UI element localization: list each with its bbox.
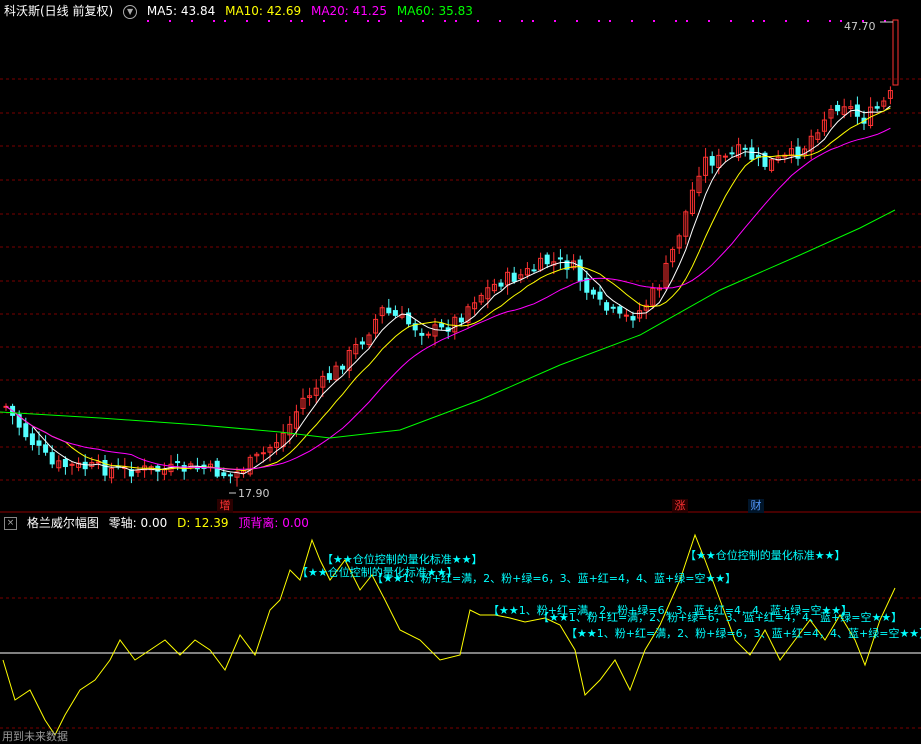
candle-body <box>392 310 398 316</box>
signal-dot <box>268 20 270 22</box>
candle-body <box>49 452 55 465</box>
signal-dot <box>829 20 831 22</box>
candle-body <box>227 474 233 477</box>
candle-body <box>82 461 88 470</box>
signal-dot <box>708 20 710 22</box>
signal-dot <box>400 20 402 22</box>
signal-dot <box>631 20 633 22</box>
signal-dot <box>367 20 369 22</box>
signal-dot <box>444 20 446 22</box>
zero-axis-label: 零轴: 0.00 <box>108 516 168 530</box>
d-value-label: D: 12.39 <box>177 516 229 530</box>
candle-body <box>386 307 392 314</box>
candle-body <box>729 152 735 155</box>
signal-dot <box>521 20 523 22</box>
ma20-line <box>5 127 891 470</box>
signal-dot <box>763 20 765 22</box>
indicator-legend: × 格兰威尔幅图 零轴: 0.00 D: 12.39 顶背离: 0.00 <box>4 514 315 532</box>
annotation-text: 【★★1、粉+红=满，2、粉+绿=6，3、蓝+红=4，4、蓝+绿=空★★】 <box>566 627 921 640</box>
signal-dot <box>301 20 303 22</box>
signal-dot <box>169 20 171 22</box>
signal-dot <box>499 20 501 22</box>
signal-dot <box>675 20 677 22</box>
signal-dot <box>455 20 457 22</box>
candle-body <box>742 147 748 150</box>
candle-body <box>749 147 755 160</box>
candle-body <box>604 302 610 311</box>
candle-body <box>260 452 266 455</box>
annotation-text: 【★★仓位控制的量化标准★★】 <box>322 553 483 566</box>
candle-body <box>722 155 728 158</box>
candle-body <box>175 461 181 464</box>
signal-dot <box>609 20 611 22</box>
signal-dot <box>576 20 578 22</box>
signal-dot <box>730 20 732 22</box>
signal-dot <box>752 20 754 22</box>
candle-body <box>623 314 629 317</box>
annotation-text: 【★★1、粉+红=满，2、粉+绿=6，3、蓝+红=4，4、蓝+绿=空★★】 <box>372 572 737 585</box>
candle-body <box>23 423 29 438</box>
candle-body <box>419 332 425 336</box>
signal-dot <box>213 20 215 22</box>
candle-body <box>62 458 68 468</box>
candle-body <box>43 444 49 453</box>
signal-dot <box>345 20 347 22</box>
signal-dot <box>422 20 424 22</box>
candle-body <box>425 333 431 336</box>
divergence-label: 顶背离: 0.00 <box>238 516 309 530</box>
candle-body <box>590 289 596 295</box>
candle-body <box>544 254 550 265</box>
candle-body <box>577 259 583 282</box>
signal-dot <box>532 20 534 22</box>
candle-body <box>359 341 365 345</box>
candle-body <box>36 440 42 446</box>
candle-body <box>498 282 504 287</box>
annotation-text: 【★★仓位控制的量化标准★★】 <box>685 549 846 562</box>
ma5-line <box>5 105 891 475</box>
candle-body <box>326 373 332 380</box>
candle-body <box>892 19 899 86</box>
signal-dot <box>785 20 787 22</box>
candle-body <box>102 459 108 476</box>
indicator-name[interactable]: 格兰威尔幅图 <box>27 516 99 530</box>
candle-body <box>439 323 445 328</box>
signal-dot <box>554 20 556 22</box>
x-close-icon[interactable]: × <box>4 517 17 530</box>
signal-dot <box>224 20 226 22</box>
event-marker-cai[interactable]: 财 <box>748 499 764 513</box>
signal-dot <box>653 20 655 22</box>
signal-dot <box>191 20 193 22</box>
candle-body <box>597 291 603 300</box>
signal-dot <box>290 20 292 22</box>
candle-body <box>221 472 227 477</box>
signal-dot <box>147 20 149 22</box>
signal-dot <box>598 20 600 22</box>
signal-dot <box>323 20 325 22</box>
signal-dot <box>807 20 809 22</box>
candle-body <box>874 106 880 109</box>
annotation-text: 【★★1、粉+红=满，2、粉+绿=6，3、蓝+红=4，4、蓝+绿=空★★】 <box>538 611 903 624</box>
candle-body <box>835 104 841 112</box>
ma10-line <box>5 107 891 472</box>
signal-dot <box>378 20 380 22</box>
signal-dot <box>477 20 479 22</box>
candle-body <box>458 317 464 323</box>
candle-body <box>29 433 35 446</box>
candle-body <box>557 257 563 260</box>
footer-note: 用到未来数据 <box>2 730 68 743</box>
candle-body <box>340 365 346 370</box>
candle-body <box>511 272 517 282</box>
candle-body <box>610 306 616 309</box>
candle-body <box>531 269 537 272</box>
ma60-line <box>0 209 896 439</box>
low-price-label: 17.90 <box>238 487 270 500</box>
signal-dot <box>686 20 688 22</box>
candle-body <box>617 306 623 314</box>
candle-body <box>709 156 715 166</box>
event-marker-zeng[interactable]: 增 <box>217 499 233 513</box>
signal-dot <box>246 20 248 22</box>
candle-body <box>630 316 636 321</box>
event-marker-zhang[interactable]: 涨 <box>672 499 688 513</box>
high-price-label: 47.70 <box>844 20 876 33</box>
